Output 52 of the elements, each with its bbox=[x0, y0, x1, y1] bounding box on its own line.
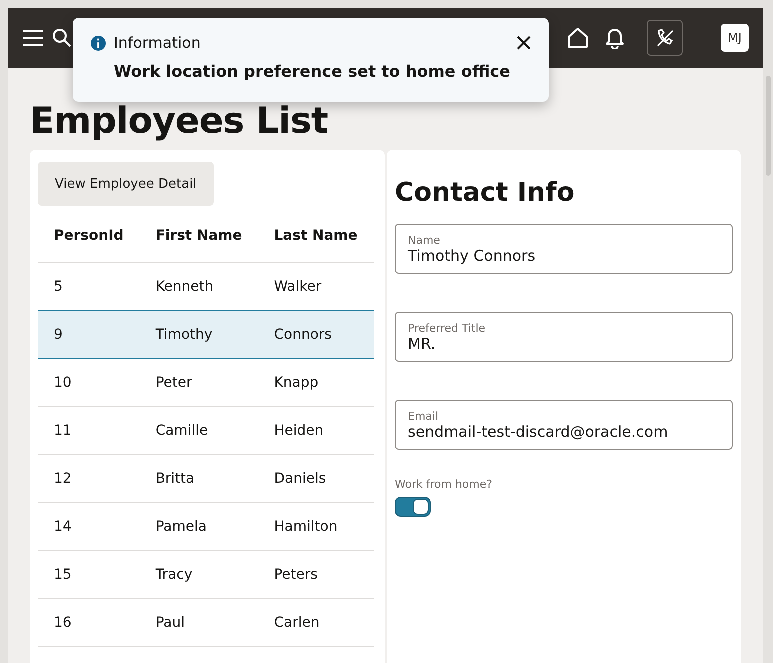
table-row[interactable]: 15 Tracy Peters bbox=[38, 550, 374, 598]
table-row[interactable]: 11 Camille Heiden bbox=[38, 406, 374, 454]
scrollbar-thumb[interactable] bbox=[766, 76, 771, 176]
section-title: Contact Info bbox=[395, 178, 576, 208]
table-cell: 14 bbox=[38, 502, 140, 550]
table-cell: Knapp bbox=[258, 358, 374, 406]
table-cell: 16 bbox=[38, 598, 140, 646]
search-icon[interactable] bbox=[52, 28, 72, 48]
close-button[interactable] bbox=[515, 34, 533, 52]
table-row[interactable]: 14 Pamela Hamilton bbox=[38, 502, 374, 550]
table-row[interactable]: 9 Timothy Connors bbox=[38, 310, 374, 358]
toggle-switch[interactable] bbox=[395, 497, 431, 517]
column-header: First Name bbox=[140, 210, 258, 262]
table-row[interactable]: 12 Britta Daniels bbox=[38, 454, 374, 502]
table-cell: 10 bbox=[38, 358, 140, 406]
text-field[interactable]: Name Timothy Connors bbox=[395, 224, 733, 274]
column-header: Last Name bbox=[258, 210, 374, 262]
table-cell: Tracy bbox=[140, 550, 258, 598]
table-cell: Camille bbox=[140, 406, 258, 454]
table-cell: Pamela bbox=[140, 502, 258, 550]
table-cell: Britta bbox=[140, 454, 258, 502]
switch-label: Work from home? bbox=[395, 478, 494, 491]
view-detail-button[interactable]: View Employee Detail bbox=[38, 162, 214, 206]
table-cell: Daniels bbox=[258, 454, 374, 502]
table-cell: Timothy bbox=[140, 310, 258, 358]
table-cell: Heiden bbox=[258, 406, 374, 454]
table-cell: 11 bbox=[38, 406, 140, 454]
home-icon[interactable] bbox=[567, 27, 589, 49]
table-cell: Peters bbox=[258, 550, 374, 598]
text-field[interactable]: Preferred Title MR. bbox=[395, 312, 733, 362]
table-cell: Connors bbox=[258, 310, 374, 358]
do-not-disturb-button[interactable] bbox=[647, 20, 683, 56]
table-row[interactable]: 16 Paul Carlen bbox=[38, 598, 374, 646]
info-icon bbox=[91, 36, 106, 50]
table-cell: 9 bbox=[38, 310, 140, 358]
column-header: PersonId bbox=[38, 210, 140, 262]
table-cell: 15 bbox=[38, 550, 140, 598]
close-icon bbox=[517, 36, 531, 50]
toast-message: Work location preference set to home office bbox=[114, 62, 512, 81]
table-cell: Carlen bbox=[258, 598, 374, 646]
table-cell: Peter bbox=[140, 358, 258, 406]
table-cell: Hamilton bbox=[258, 502, 374, 550]
toast-title: Information bbox=[114, 34, 201, 52]
page-title: Employees List bbox=[30, 100, 330, 144]
user-avatar[interactable]: MJ bbox=[721, 24, 749, 52]
menu-icon[interactable] bbox=[22, 30, 44, 46]
bell-icon[interactable] bbox=[605, 27, 625, 49]
table-cell: 12 bbox=[38, 454, 140, 502]
text-field[interactable]: Email sendmail-test-discard@oracle.com bbox=[395, 400, 733, 450]
phone-off-icon bbox=[655, 28, 675, 48]
table-row[interactable]: 10 Peter Knapp bbox=[38, 358, 374, 406]
table-cell: Paul bbox=[140, 598, 258, 646]
